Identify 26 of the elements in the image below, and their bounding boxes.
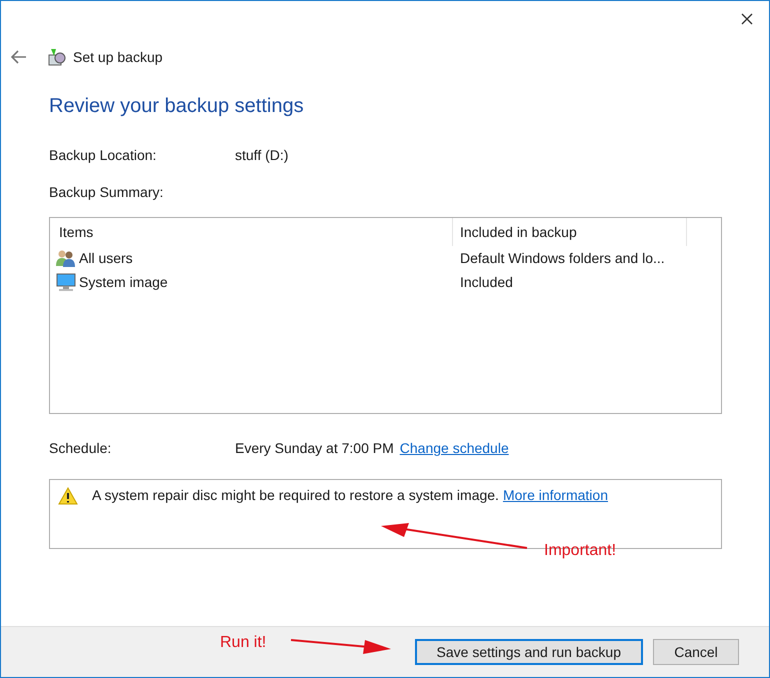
backup-icon: [47, 47, 67, 67]
notice-text: A system repair disc might be required to restore a system image.: [92, 486, 499, 505]
annotation-text: Important!: [544, 541, 616, 561]
more-information-link[interactable]: More information: [502, 485, 608, 506]
warning-icon: [58, 487, 78, 505]
column-header[interactable]: Included in backup: [452, 218, 686, 246]
column-header[interactable]: Items: [50, 218, 452, 246]
field-label: Backup Summary:: [49, 183, 164, 202]
back-arrow-icon[interactable]: [11, 50, 27, 64]
field-label: Schedule:: [49, 439, 112, 458]
computer-icon: [56, 273, 76, 291]
page-heading: Review your backup settings: [49, 94, 305, 119]
users-icon: [56, 249, 76, 267]
field-value: Every Sunday at 7:00 PM: [235, 439, 394, 458]
table-cell-text: Default Windows folders and lo...: [459, 248, 665, 268]
item-name[interactable]: System image: [79, 272, 168, 292]
change-schedule-link[interactable]: Change schedule: [400, 438, 509, 459]
field-label: Backup Location:: [49, 146, 158, 165]
window-title: Set up backup: [73, 48, 163, 67]
close-icon[interactable]: [741, 13, 753, 25]
save-button[interactable]: Save settings and run backup: [414, 639, 643, 665]
field-value: stuff (D:): [235, 146, 288, 165]
annotation-text: Run it!: [220, 633, 266, 653]
cancel-button[interactable]: Cancel: [653, 639, 739, 665]
item-name[interactable]: All users: [79, 248, 133, 268]
table-cell-text: Included: [459, 272, 513, 292]
